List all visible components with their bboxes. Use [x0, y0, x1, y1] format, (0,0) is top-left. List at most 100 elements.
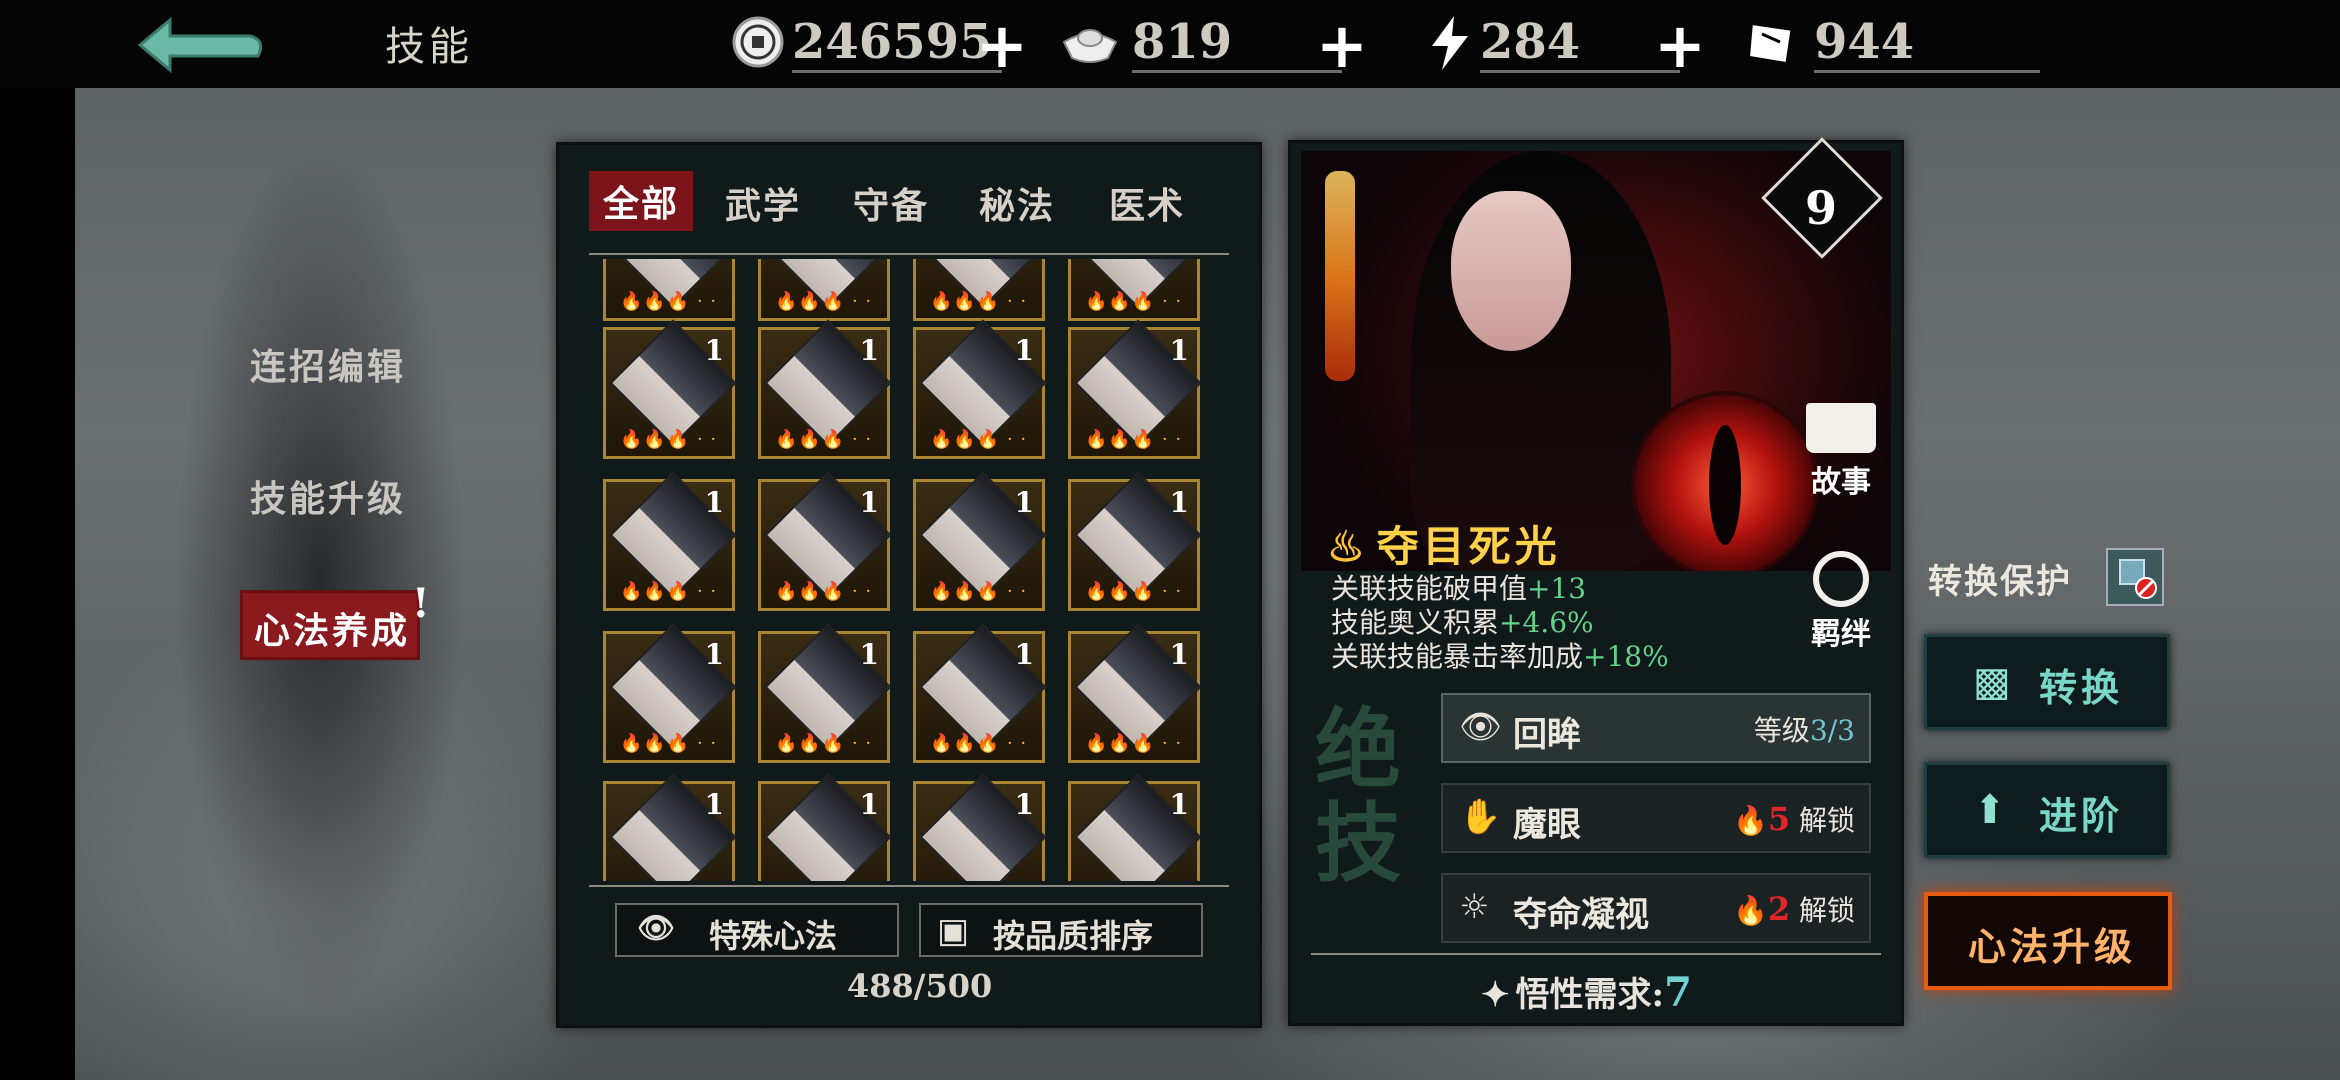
- card-count-badge: 1: [1014, 788, 1034, 821]
- skill-card[interactable]: 1🔥🔥🔥 · ·: [758, 319, 892, 459]
- flame-rank-row: 🔥🔥🔥 · ·: [775, 291, 873, 312]
- coin-underline: [792, 70, 1002, 73]
- card-count-badge: 1: [859, 486, 879, 519]
- skill-card[interactable]: 1🔥🔥🔥 · ·: [603, 773, 737, 881]
- skill-card[interactable]: 1🔥🔥🔥 · ·: [913, 623, 1047, 763]
- cube-icon: ▩: [1973, 659, 2011, 705]
- skill-row-unlock: 🔥5 解锁: [1733, 799, 1855, 839]
- skill-name-text: 夺目死光: [1376, 522, 1561, 571]
- ticket-underline: [1814, 70, 2040, 73]
- top-bar: 技能 246595 + 819 + 284 + 944: [0, 0, 2340, 88]
- flame-rank-row: 🔥🔥🔥 · ·: [775, 429, 873, 450]
- gaze-icon: ☼: [1459, 887, 1490, 927]
- coin-value: 246595: [792, 14, 993, 70]
- coin-icon: [732, 16, 784, 68]
- card-count-badge: 1: [704, 334, 724, 367]
- convert-protect-toggle[interactable]: [2106, 548, 2164, 606]
- skill-card[interactable]: 1🔥🔥🔥 · ·: [913, 471, 1047, 611]
- tab-secret[interactable]: 秘法: [979, 177, 1055, 229]
- category-tabs: 全部 武学 守备 秘法 医术: [589, 171, 1229, 231]
- energy-underline: [1480, 70, 1680, 73]
- convert-protect-label: 转换保护: [1928, 562, 2072, 602]
- flame-rank-row: 🔥🔥🔥 · ·: [775, 733, 873, 754]
- sidebar-item-skill-upgrade[interactable]: 技能升级: [250, 470, 406, 522]
- skill-list-panel: 全部 武学 守备 秘法 医术 🔥🔥🔥 · · 🔥🔥🔥 · · 🔥🔥🔥 · · 🔥🔥🔥 …: [556, 142, 1262, 1028]
- skill-card[interactable]: 1🔥🔥🔥 · ·: [913, 773, 1047, 881]
- left-letterbox: [0, 0, 75, 1080]
- flame-rank-row: 🔥🔥🔥 · ·: [1085, 733, 1183, 754]
- skill-card[interactable]: 1 🔥🔥🔥 · ·: [1068, 623, 1202, 763]
- bond-label: 羁绊: [1811, 617, 1871, 652]
- flame-rank-row: 🔥🔥🔥 · ·: [930, 733, 1028, 754]
- chain-link-icon: [1813, 551, 1869, 607]
- skill-card[interactable]: 1 🔥🔥🔥 · ·: [758, 623, 892, 763]
- sparkle-icon: ✦: [1481, 975, 1510, 1015]
- sidebar-item-combo-edit[interactable]: 连招编辑: [250, 338, 406, 390]
- skill-card[interactable]: 1🔥🔥🔥 · ·: [1068, 773, 1202, 881]
- bond-button[interactable]: 羁绊: [1801, 551, 1881, 653]
- tab-medicine[interactable]: 医术: [1109, 177, 1185, 229]
- skill-card[interactable]: 1🔥🔥🔥 · ·: [1068, 471, 1202, 611]
- skill-row-demon-eye[interactable]: ✋ 魔眼 🔥5 解锁: [1441, 783, 1871, 853]
- skill-name: ♨ 夺目死光: [1327, 513, 1561, 574]
- grid-bottom-divider: [589, 885, 1229, 887]
- skill-row-glance-back[interactable]: 👁 回眸 等级3/3: [1441, 693, 1871, 763]
- skill-row-deadly-gaze[interactable]: ☼ 夺命凝视 🔥2 解锁: [1441, 873, 1871, 943]
- convert-label: 转换: [2039, 665, 2124, 710]
- stat-row: 关联技能暴击率加成+18%: [1331, 635, 1669, 675]
- skill-card[interactable]: 🔥🔥🔥 · ·: [1068, 259, 1202, 321]
- skill-row-name: 夺命凝视: [1513, 895, 1649, 935]
- card-count-badge: 1: [1169, 638, 1189, 671]
- skill-card[interactable]: 1🔥🔥🔥 · ·: [1068, 319, 1202, 459]
- flame-rank-icon: [1325, 171, 1355, 381]
- coin-add-button[interactable]: +: [976, 15, 1028, 77]
- ingot-add-button[interactable]: +: [1316, 15, 1368, 77]
- skill-card[interactable]: 🔥🔥🔥 · ·: [603, 259, 737, 321]
- flame-rank-row: 🔥🔥🔥 · ·: [620, 733, 718, 754]
- cube-sort-icon: ▣: [937, 911, 970, 951]
- unlock-cost: 2: [1767, 890, 1791, 928]
- currency-ticket: 944: [1742, 8, 2042, 78]
- energy-add-button[interactable]: +: [1654, 15, 1706, 77]
- orange-flame-icon: 🔥: [1732, 804, 1768, 837]
- special-mind-button[interactable]: 👁 特殊心法: [615, 903, 899, 957]
- flame-rank-row: 🔥🔥🔥 · ·: [930, 291, 1028, 312]
- demon-eye-emblem: [1631, 391, 1819, 571]
- ingot-underline: [1132, 70, 1342, 73]
- skill-card[interactable]: 🔥🔥🔥 · ·: [758, 259, 892, 321]
- card-count-badge: 1: [1014, 334, 1034, 367]
- story-label: 故事: [1811, 465, 1871, 500]
- tab-all[interactable]: 全部: [589, 171, 694, 231]
- back-arrow-icon[interactable]: [130, 10, 270, 80]
- skill-card[interactable]: 🔥🔥🔥 · ·: [913, 259, 1047, 321]
- story-button[interactable]: 故事: [1801, 403, 1881, 501]
- advance-button[interactable]: ⬆ 进阶: [1924, 762, 2170, 858]
- sort-by-quality-button[interactable]: ▣ 按品质排序: [919, 903, 1203, 957]
- portrait-face: [1451, 191, 1571, 351]
- tab-defense[interactable]: 守备: [853, 177, 929, 229]
- sidebar-item-mind-method[interactable]: 心法养成: [240, 590, 420, 660]
- stat-label: 关联技能暴击率加成: [1331, 640, 1584, 673]
- level-number: 9: [1804, 181, 1837, 235]
- purple-flame-icon: 🔥: [1732, 894, 1768, 927]
- convert-button[interactable]: ▩ 转换: [1924, 634, 2170, 730]
- ultimate-vertical-title: 绝技: [1315, 699, 1401, 894]
- energy-value: 284: [1480, 14, 1581, 70]
- special-mind-label: 特殊心法: [709, 917, 838, 955]
- page-title: 技能: [385, 24, 473, 70]
- skill-card[interactable]: 1🔥🔥🔥 · ·: [603, 623, 737, 763]
- tab-martial[interactable]: 武学: [725, 177, 801, 229]
- skill-card[interactable]: 1🔥🔥🔥 · ·: [603, 319, 737, 459]
- skill-row-unlock: 🔥2 解锁: [1733, 889, 1855, 929]
- card-count-badge: 1: [1014, 486, 1034, 519]
- ticket-icon: [1750, 25, 1791, 62]
- wisdom-label: 悟性需求:: [1515, 975, 1665, 1015]
- skill-card[interactable]: 1🔥🔥🔥 · ·: [758, 773, 892, 881]
- skill-card[interactable]: 1🔥🔥🔥 · ·: [758, 471, 892, 611]
- mind-upgrade-button[interactable]: 心法升级: [1924, 892, 2172, 990]
- card-count-badge: 1: [859, 638, 879, 671]
- skill-card[interactable]: 1🔥🔥🔥 · ·: [913, 319, 1047, 459]
- skill-card[interactable]: 1🔥🔥🔥 · ·: [603, 471, 737, 611]
- sidebar-item-mind-method-label: 心法养成: [254, 610, 411, 652]
- lightning-icon: [1432, 16, 1468, 70]
